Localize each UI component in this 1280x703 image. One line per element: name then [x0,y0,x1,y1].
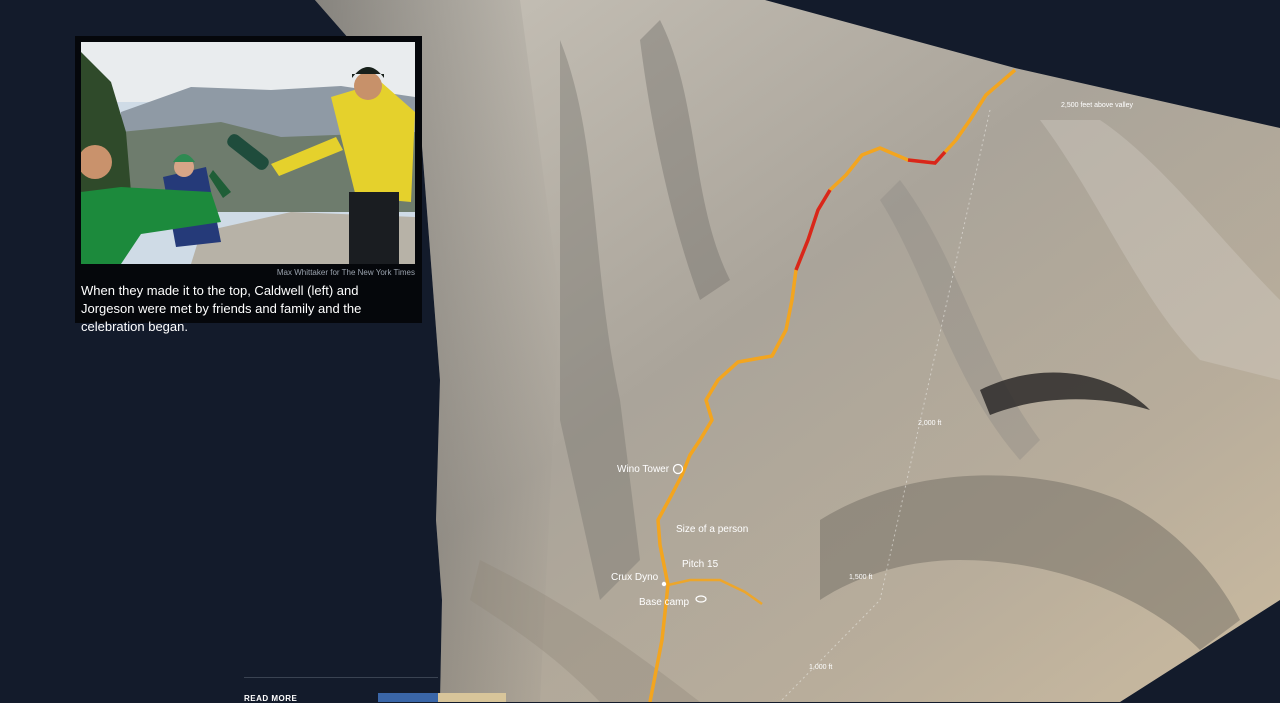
photo-credit: Max Whittaker for The New York Times [276,268,415,277]
read-more-thumbnail-1[interactable] [378,693,438,702]
photo-card: Max Whittaker for The New York Times Whe… [75,36,422,334]
photo-caption: When they made it to the top, Caldwell (… [81,283,362,334]
label-crux-dyno: Crux Dyno [611,572,659,583]
label-elev-2000: 2,000 ft [918,420,941,427]
celebration-photo [81,42,415,264]
read-more-thumbnail-2[interactable] [438,693,506,702]
label-elev-2500: 2,500 feet above valley [1061,102,1133,109]
label-base-camp: Base camp [639,597,689,608]
section-divider [244,677,438,678]
label-elev-1000: 1,000 ft [809,664,832,671]
label-wino-tower: Wino Tower [617,464,670,475]
label-pitch-15: Pitch 15 [682,559,719,570]
crux-dyno-marker [661,581,667,587]
label-elev-1500: 1,500 ft [849,574,872,581]
cliff-face [315,0,1280,702]
label-size-of-person: Size of a person [676,524,748,535]
